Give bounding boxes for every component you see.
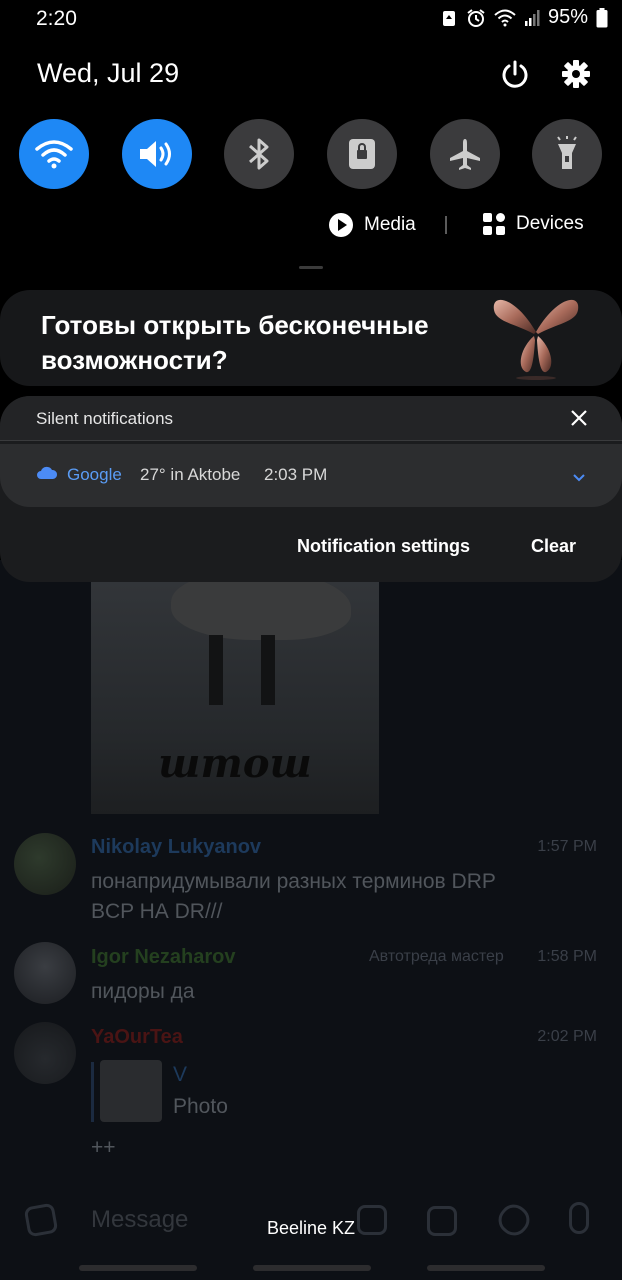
screen-lock-toggle[interactable] <box>327 119 397 189</box>
bluetooth-toggle[interactable] <box>224 119 294 189</box>
message-time: 1:58 PM <box>537 948 597 965</box>
banner-text: Готовы открыть бесконечные возможности? <box>41 310 429 375</box>
quick-panel-date[interactable]: Wed, Jul 29 <box>37 58 179 89</box>
chevron-down-icon[interactable] <box>573 474 585 482</box>
airplane-icon <box>450 139 480 170</box>
media-output-button[interactable]: Media <box>328 212 416 238</box>
alarm-icon <box>467 8 485 27</box>
battery-icon <box>596 7 608 27</box>
promo-banner[interactable]: Готовы открыть бесконечные возможности? <box>0 290 622 386</box>
sender-tag: Автотреда мастер <box>369 948 504 965</box>
notification-time: 2:03 PM <box>264 465 328 484</box>
message-text: ++ <box>91 1136 116 1159</box>
notification-app-name: Google <box>67 465 122 484</box>
clear-button[interactable]: Clear <box>531 536 576 557</box>
avatar[interactable] <box>14 942 76 1004</box>
wifi-icon <box>35 140 73 169</box>
reply-thumbnail[interactable] <box>100 1060 162 1122</box>
message-time: 2:02 PM <box>537 1028 597 1045</box>
nav-handle-center[interactable] <box>253 1265 371 1271</box>
devices-label: Devices <box>516 213 584 234</box>
airplane-toggle[interactable] <box>430 119 500 189</box>
settings-gear-icon[interactable] <box>562 60 590 88</box>
battery-percent: 95% <box>547 6 588 28</box>
divider <box>445 216 447 234</box>
recycle-icon <box>442 10 455 26</box>
quick-settings-row <box>0 119 622 189</box>
silent-title: Silent notifications <box>36 409 174 428</box>
flashlight-toggle[interactable] <box>532 119 602 189</box>
close-icon[interactable] <box>571 410 587 426</box>
message-text: понапридумывали разных терминов DRP BCP … <box>91 870 496 923</box>
panel-drag-handle[interactable] <box>299 266 323 269</box>
lock-icon <box>349 139 375 169</box>
sender-name[interactable]: Igor Nezaharov <box>91 946 235 969</box>
sound-icon <box>140 141 171 167</box>
butterfly-image <box>493 299 579 380</box>
flashlight-icon <box>557 136 577 169</box>
power-icon[interactable] <box>500 59 530 89</box>
reply-author: V <box>173 1063 188 1086</box>
notification-content: 27° in Aktobe <box>140 465 241 484</box>
silent-header: Silent notifications <box>0 396 622 441</box>
nav-handle-left[interactable] <box>79 1265 197 1271</box>
sender-name[interactable]: YaOurTea <box>91 1026 183 1049</box>
reply-bar <box>91 1062 94 1122</box>
bluetooth-icon <box>249 138 269 170</box>
play-icon <box>329 213 353 237</box>
google-weather-notification[interactable]: Google 27° in Aktobe 2:03 PM <box>0 444 622 507</box>
carrier-name: Beeline KZ <box>266 1218 356 1238</box>
message-text: пидоры да <box>91 980 195 1003</box>
nav-handle-right[interactable] <box>427 1265 545 1271</box>
devices-grid-icon <box>483 213 505 235</box>
cloud-icon <box>37 466 58 479</box>
wifi-icon <box>494 9 516 26</box>
sound-toggle[interactable] <box>122 119 192 189</box>
sender-name[interactable]: Nikolay Lukyanov <box>91 836 261 859</box>
signal-icon <box>524 9 540 26</box>
notification-settings-button[interactable]: Notification settings <box>297 536 470 557</box>
status-time: 2:20 <box>36 7 77 30</box>
media-label: Media <box>364 214 416 235</box>
chat-photo[interactable]: штош <box>91 560 379 814</box>
avatar[interactable] <box>14 1022 76 1084</box>
wifi-toggle[interactable] <box>19 119 89 189</box>
reply-text: Photo <box>173 1095 228 1118</box>
photo-caption: штош <box>158 740 312 787</box>
message-time: 1:57 PM <box>537 838 597 855</box>
status-icons: 95% <box>440 6 608 29</box>
avatar[interactable] <box>14 833 76 895</box>
devices-button[interactable]: Devices <box>482 212 584 236</box>
